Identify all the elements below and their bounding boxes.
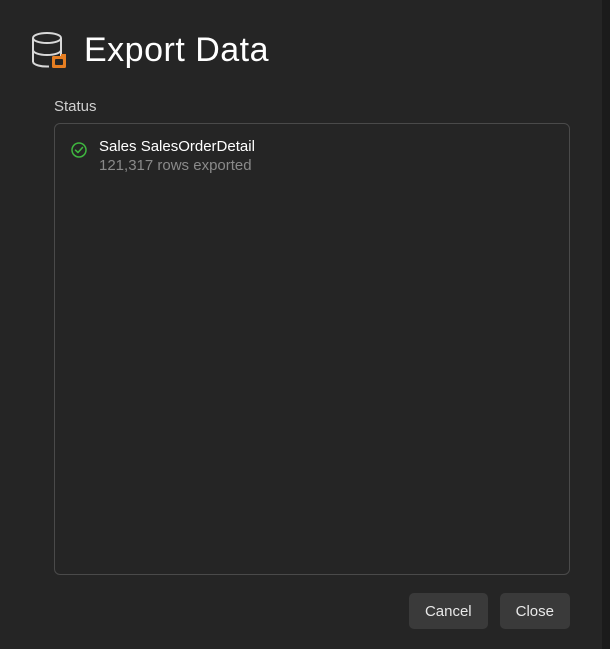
dialog-header: Export Data	[30, 30, 572, 70]
database-export-icon	[30, 30, 70, 70]
dialog-title: Export Data	[84, 31, 269, 70]
cancel-button[interactable]: Cancel	[409, 593, 488, 629]
status-item-name: Sales SalesOrderDetail	[99, 138, 255, 155]
export-data-dialog: Export Data Status Sales SalesOrderDetai…	[0, 0, 602, 649]
close-button[interactable]: Close	[500, 593, 570, 629]
status-panel: Sales SalesOrderDetail 121,317 rows expo…	[54, 123, 570, 575]
status-item-detail: 121,317 rows exported	[99, 157, 255, 174]
success-check-icon	[71, 142, 87, 158]
dialog-footer: Cancel Close	[30, 593, 572, 629]
status-heading: Status	[54, 98, 572, 115]
window-edge	[602, 0, 610, 649]
status-item-text: Sales SalesOrderDetail 121,317 rows expo…	[99, 138, 255, 174]
status-item: Sales SalesOrderDetail 121,317 rows expo…	[71, 138, 553, 174]
